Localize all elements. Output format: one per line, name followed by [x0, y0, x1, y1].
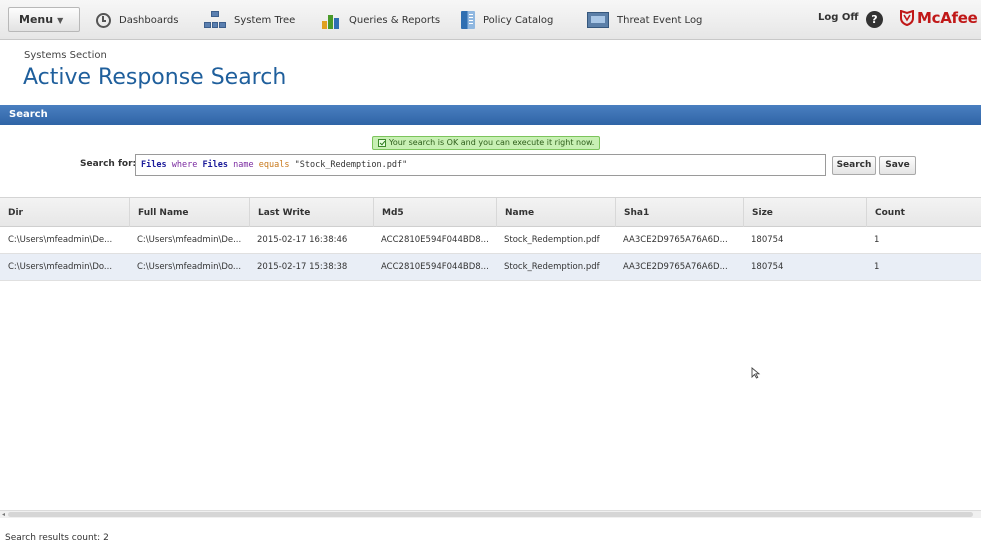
- cell-last-write: 2015-02-17 16:38:46: [257, 235, 348, 245]
- queries-icon: [321, 11, 341, 29]
- checkbox-check-icon: [378, 139, 386, 147]
- scrollbar-thumb[interactable]: [8, 512, 973, 517]
- search-button[interactable]: Search: [832, 156, 876, 175]
- column-header-name[interactable]: Name: [496, 198, 615, 228]
- nav-item-policy-catalog[interactable]: Policy Catalog: [461, 10, 553, 30]
- search-query-input[interactable]: Files where Files name equals "Stock_Red…: [135, 154, 826, 176]
- cell-full-name: C:\Users\mfeadmin\Do...: [137, 262, 242, 272]
- menu-button[interactable]: Menu ▼: [8, 7, 80, 32]
- query-token: name: [233, 160, 254, 170]
- help-icon[interactable]: ?: [866, 11, 883, 28]
- brand-logo: McAfee: [900, 9, 978, 27]
- query-token: "Stock_Redemption.pdf": [294, 160, 408, 170]
- nav-item-label: Threat Event Log: [617, 14, 703, 26]
- page-title: Active Response Search: [23, 65, 287, 90]
- mouse-cursor-icon: [751, 367, 761, 379]
- query-token: Files: [202, 160, 229, 170]
- cell-name: Stock_Redemption.pdf: [504, 235, 600, 245]
- top-navigation-bar: Menu ▼ Dashboards System Tree Queries & R…: [0, 0, 981, 40]
- cell-size: 180754: [751, 262, 784, 272]
- status-message: Your search is OK and you can execute it…: [372, 136, 601, 150]
- cell-count: 1: [874, 262, 880, 272]
- status-message-text: Your search is OK and you can execute it…: [389, 138, 595, 147]
- log-off-link[interactable]: Log Off: [818, 12, 858, 23]
- table-row[interactable]: C:\Users\mfeadmin\De... C:\Users\mfeadmi…: [0, 227, 981, 254]
- table-header: Dir Full Name Last Write Md5 Name Sha1 S…: [0, 197, 981, 228]
- cell-sha1: AA3CE2D9765A76A6D...: [623, 262, 728, 272]
- scroll-left-icon[interactable]: ◂: [0, 511, 7, 519]
- column-header-md5[interactable]: Md5: [373, 198, 496, 228]
- horizontal-scrollbar[interactable]: ◂: [0, 510, 981, 518]
- cell-last-write: 2015-02-17 15:38:38: [257, 262, 348, 272]
- brand-name: McAfee: [917, 9, 978, 27]
- query-token: equals: [258, 160, 290, 170]
- nav-item-queries-reports[interactable]: Queries & Reports: [321, 10, 440, 30]
- search-panel-header: Search: [0, 105, 981, 125]
- cell-dir: C:\Users\mfeadmin\De...: [8, 235, 113, 245]
- column-header-sha1[interactable]: Sha1: [615, 198, 743, 228]
- nav-item-dashboards[interactable]: Dashboards: [96, 10, 178, 30]
- column-header-last-write[interactable]: Last Write: [249, 198, 373, 228]
- table-row[interactable]: C:\Users\mfeadmin\Do... C:\Users\mfeadmi…: [0, 254, 981, 281]
- policy-catalog-icon: [461, 11, 475, 29]
- nav-item-label: System Tree: [234, 14, 296, 26]
- nav-item-label: Policy Catalog: [483, 14, 554, 26]
- nav-item-label: Queries & Reports: [349, 14, 441, 26]
- cell-size: 180754: [751, 235, 784, 245]
- column-header-count[interactable]: Count: [866, 198, 981, 228]
- menu-label: Menu: [19, 13, 54, 26]
- column-header-size[interactable]: Size: [743, 198, 866, 228]
- nav-item-label: Dashboards: [119, 14, 179, 26]
- threat-event-icon: [587, 12, 609, 28]
- breadcrumb: Systems Section: [24, 50, 107, 61]
- save-button[interactable]: Save: [879, 156, 916, 175]
- cell-name: Stock_Redemption.pdf: [504, 262, 600, 272]
- cell-full-name: C:\Users\mfeadmin\De...: [137, 235, 242, 245]
- cell-md5: ACC2810E594F044BD8...: [381, 235, 489, 245]
- nav-item-system-tree[interactable]: System Tree: [204, 10, 295, 30]
- query-token: Files: [141, 160, 167, 170]
- search-label: Search for:: [80, 159, 137, 169]
- clock-icon: [96, 12, 111, 28]
- chevron-down-icon: ▼: [57, 16, 64, 25]
- query-token: where: [171, 160, 198, 170]
- column-header-full-name[interactable]: Full Name: [129, 198, 249, 228]
- nav-item-threat-event-log[interactable]: Threat Event Log: [587, 10, 702, 30]
- results-count: Search results count: 2: [5, 533, 109, 543]
- column-header-dir[interactable]: Dir: [0, 198, 129, 228]
- cell-sha1: AA3CE2D9765A76A6D...: [623, 235, 728, 245]
- cell-md5: ACC2810E594F044BD8...: [381, 262, 489, 272]
- cell-dir: C:\Users\mfeadmin\Do...: [8, 262, 113, 272]
- shield-icon: [900, 10, 914, 26]
- system-tree-icon: [204, 11, 226, 29]
- cell-count: 1: [874, 235, 880, 245]
